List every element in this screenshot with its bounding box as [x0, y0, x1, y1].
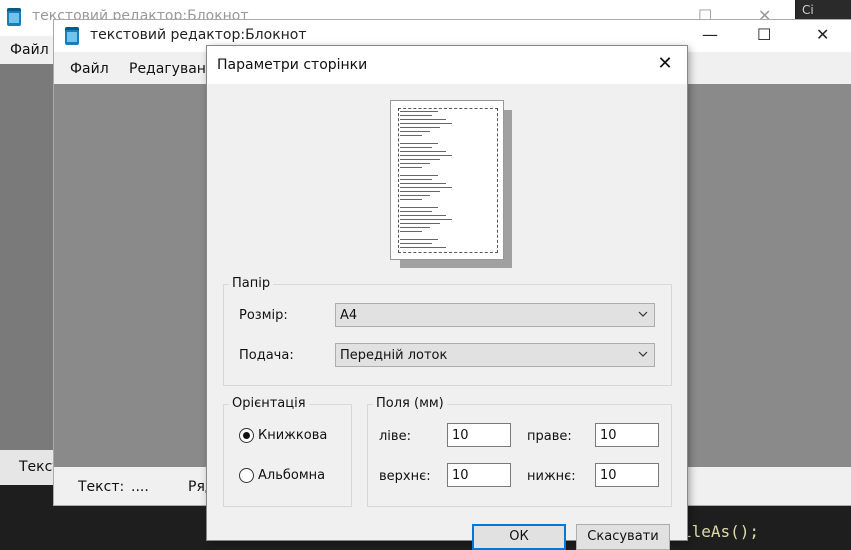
- notepad-app-icon: [65, 27, 79, 45]
- source-label: Подача:: [239, 348, 294, 363]
- close-icon[interactable]: ✕: [655, 54, 675, 74]
- margin-left-input[interactable]: 10: [447, 423, 511, 447]
- paper-group: [223, 284, 672, 386]
- margins-group: [367, 404, 672, 507]
- margin-top-label: верхнє:: [379, 469, 431, 484]
- margin-right-label: праве:: [527, 429, 572, 444]
- margin-right-value: 10: [600, 428, 617, 443]
- size-value: A4: [340, 308, 358, 323]
- code-fragment: ileAs();: [682, 522, 760, 541]
- landscape-label[interactable]: Альбомна: [258, 468, 325, 483]
- orientation-group-label: Орієнтація: [229, 396, 309, 411]
- menu-file[interactable]: Файл: [10, 42, 49, 58]
- dialog-title: Параметри сторінки: [217, 57, 368, 73]
- status-text-value: ....: [131, 479, 149, 495]
- status-text-label: Текст:: [78, 479, 125, 495]
- notepad-app-icon: [7, 8, 21, 26]
- margin-bottom-value: 10: [600, 468, 617, 483]
- minimize-icon[interactable]: —: [702, 25, 718, 44]
- source-value: Передній лоток: [340, 348, 448, 363]
- source-select[interactable]: Передній лоток: [335, 343, 655, 367]
- close-icon[interactable]: ✕: [816, 25, 829, 44]
- size-label: Розмір:: [239, 308, 288, 323]
- paper-group-label: Папір: [229, 276, 274, 291]
- ok-button[interactable]: ОК: [472, 524, 566, 550]
- landscape-radio[interactable]: [239, 468, 254, 483]
- portrait-label[interactable]: Книжкова: [258, 428, 327, 443]
- orientation-group: [223, 404, 352, 507]
- margin-bottom-label: нижнє:: [527, 469, 576, 484]
- dialog-title-bar: Параметри сторінки ✕: [207, 46, 687, 84]
- menu-file[interactable]: Файл: [70, 61, 109, 77]
- chevron-down-icon: [638, 351, 648, 357]
- portrait-radio[interactable]: [239, 428, 254, 443]
- page-preview: [390, 100, 504, 260]
- chevron-down-icon: [638, 311, 648, 317]
- margin-top-input[interactable]: 10: [447, 463, 511, 487]
- margins-group-label: Поля (мм): [373, 396, 447, 411]
- margin-left-value: 10: [452, 428, 469, 443]
- margin-left-label: ліве:: [379, 429, 411, 444]
- margin-right-input[interactable]: 10: [595, 423, 659, 447]
- size-select[interactable]: A4: [335, 303, 655, 327]
- corner-tab: Ci: [796, 0, 851, 20]
- margin-top-value: 10: [452, 468, 469, 483]
- margin-bottom-input[interactable]: 10: [595, 463, 659, 487]
- maximize-icon[interactable]: ☐: [757, 25, 771, 44]
- window-title: текстовий редактор:Блокнот: [90, 27, 307, 43]
- page-setup-dialog: Параметри сторінки ✕ Папір Розмір: A4 По…: [207, 46, 687, 550]
- cancel-button[interactable]: Скасувати: [576, 524, 670, 550]
